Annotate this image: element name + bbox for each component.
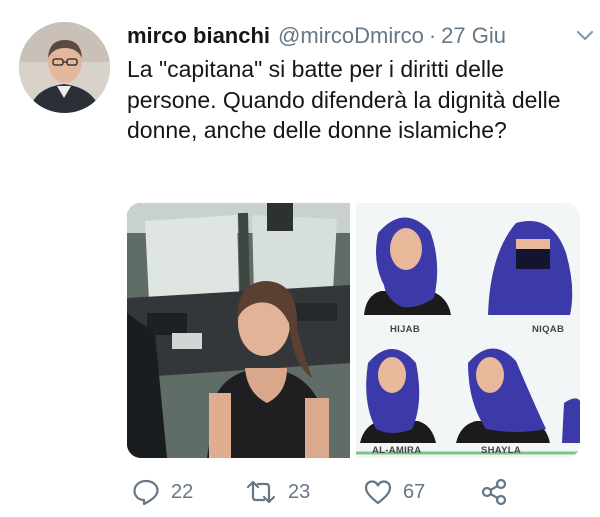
- ship-bridge-photo[interactable]: [127, 203, 350, 458]
- author-avatar[interactable]: [19, 22, 110, 113]
- retweet-count: 23: [288, 480, 311, 503]
- avatar-image: [19, 22, 110, 113]
- share-icon: [481, 478, 507, 506]
- tweet-text: La "capitana" si batte per i diritti del…: [127, 56, 561, 143]
- chart-label-al-amira: AL-AMIRA: [372, 445, 422, 456]
- chart-label-shayla: SHAYLA: [481, 445, 521, 456]
- reply-count: 22: [171, 480, 194, 503]
- like-button[interactable]: 67: [363, 474, 425, 510]
- chart-label-hijab: HIJAB: [390, 324, 421, 335]
- chevron-down-icon[interactable]: [573, 26, 597, 46]
- chart-label-niqab: NIQAB: [532, 324, 565, 335]
- veil-types-chart[interactable]: HIJAB NIQAB AL-AMIRA SHAYLA: [356, 203, 580, 458]
- tweet-date[interactable]: 27 Giu: [441, 23, 506, 49]
- author-name[interactable]: mirco bianchi: [127, 23, 270, 49]
- retweet-icon: [246, 480, 276, 504]
- tweet-media[interactable]: HIJAB NIQAB AL-AMIRA SHAYLA: [127, 203, 580, 458]
- author-handle[interactable]: @mircoDmirco: [278, 23, 424, 49]
- retweet-button[interactable]: 23: [244, 474, 310, 510]
- reply-button[interactable]: 22: [131, 474, 193, 510]
- tweet-header: mirco bianchi @mircoDmirco · 27 Giu: [127, 20, 594, 52]
- share-button[interactable]: [479, 474, 519, 510]
- like-icon: [364, 480, 392, 505]
- header-separator: ·: [428, 23, 437, 48]
- reply-icon: [133, 479, 159, 506]
- tweet-actions: 22 23 67: [127, 474, 587, 510]
- like-count: 67: [403, 480, 426, 503]
